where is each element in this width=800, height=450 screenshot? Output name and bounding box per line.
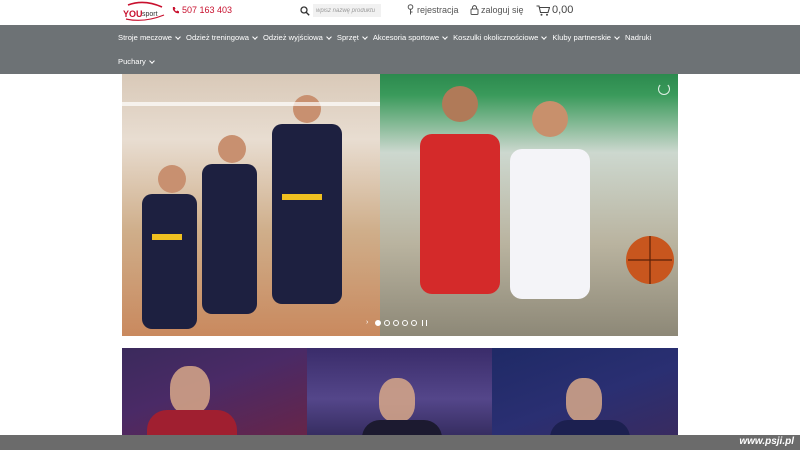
pause-icon[interactable] <box>422 320 427 326</box>
nav-item-koszulki-okolicznosciowe[interactable]: Koszulki okolicznościowe <box>453 33 548 42</box>
nav-item-label: Stroje meczowe <box>118 33 173 42</box>
main-nav: Stroje meczowe Odzież treningowa Odzież … <box>0 25 800 74</box>
nav-item-sprzet[interactable]: Sprzęt <box>336 33 368 42</box>
phone-text: 507 163 403 <box>182 5 233 15</box>
chevron-down-icon <box>361 33 368 40</box>
slider-dot-4[interactable] <box>402 320 408 326</box>
search-icon[interactable] <box>300 5 310 16</box>
nav-item-label: Puchary <box>118 57 146 66</box>
chevron-down-icon <box>541 33 548 40</box>
court-net-line <box>122 102 380 106</box>
nav-item-nadruki[interactable]: Nadruki <box>625 33 651 42</box>
chevron-down-icon <box>614 33 620 40</box>
nav-item-odziez-wyjsciowa[interactable]: Odzież wyjściowa <box>262 33 332 42</box>
chevron-down-icon <box>252 33 258 40</box>
login-label: zaloguj się <box>481 4 524 15</box>
slider-prev-icon[interactable]: › <box>366 319 372 326</box>
cart-link[interactable]: 0,00 <box>536 4 573 16</box>
slider-controls: › <box>366 319 427 326</box>
nav-item-label: Koszulki okolicznościowe <box>453 33 539 42</box>
nav-item-odziez-treningowa[interactable]: Odzież treningowa <box>186 33 258 42</box>
slider-dot-1[interactable] <box>375 320 381 326</box>
slider-dot-5[interactable] <box>411 320 417 326</box>
nav-item-puchary[interactable]: Puchary <box>118 57 155 66</box>
register-label: rejestracja <box>417 4 459 15</box>
hero-slider[interactable]: › <box>122 74 678 336</box>
nav-row-secondary: Puchary <box>118 57 160 66</box>
watermark-text: www.psji.pl <box>739 436 794 447</box>
player-face-image <box>379 378 415 422</box>
cart-icon <box>536 4 550 16</box>
svg-text:YOU: YOU <box>123 9 143 19</box>
slider-dot-2[interactable] <box>384 320 390 326</box>
chevron-down-icon <box>442 33 448 40</box>
chevron-down-icon <box>175 33 181 40</box>
register-link[interactable]: rejestracja <box>406 4 459 15</box>
nav-item-label: Sprzęt <box>336 33 359 42</box>
yousport-logo[interactable]: YOU sport <box>122 1 166 23</box>
phone-icon <box>172 6 179 14</box>
chevron-down-icon <box>326 33 332 40</box>
nav-item-label: Odzież treningowa <box>186 33 249 42</box>
basketball-players-image <box>380 74 678 336</box>
volleyball-players-illustration <box>142 95 342 329</box>
nav-item-label: Akcesoria sportowe <box>372 33 440 42</box>
lock-icon <box>470 5 479 15</box>
login-link[interactable]: zaloguj się <box>470 4 524 15</box>
slider-dot-3[interactable] <box>393 320 399 326</box>
page: YOU sport 507 163 403 rejestracja <box>0 0 800 450</box>
basketball-players-illustration <box>420 86 674 299</box>
player-face-image <box>566 378 602 422</box>
chevron-down-icon <box>149 57 155 64</box>
volleyball-players-image <box>122 74 380 336</box>
loading-spinner-icon <box>658 83 670 95</box>
nav-row-primary: Stroje meczowe Odzież treningowa Odzież … <box>118 33 657 42</box>
phone-number[interactable]: 507 163 403 <box>172 5 232 15</box>
search-input[interactable] <box>313 4 381 17</box>
nav-item-kluby-partnerskie[interactable]: Kluby partnerskie <box>552 33 620 42</box>
nav-item-label: Kluby partnerskie <box>552 33 612 42</box>
nav-item-akcesoria-sportowe[interactable]: Akcesoria sportowe <box>372 33 448 42</box>
cart-total: 0,00 <box>552 4 574 16</box>
key-icon <box>407 4 414 15</box>
watermark-bar: www.psji.pl <box>0 435 800 450</box>
svg-text:sport: sport <box>142 11 158 18</box>
search-box <box>300 3 382 18</box>
nav-item-label: Nadruki <box>625 33 652 42</box>
nav-item-label: Odzież wyjściowa <box>262 33 323 42</box>
player-face-image <box>170 366 210 414</box>
top-bar: YOU sport 507 163 403 rejestracja <box>0 0 800 25</box>
nav-item-stroje-meczowe[interactable]: Stroje meczowe <box>118 33 181 42</box>
